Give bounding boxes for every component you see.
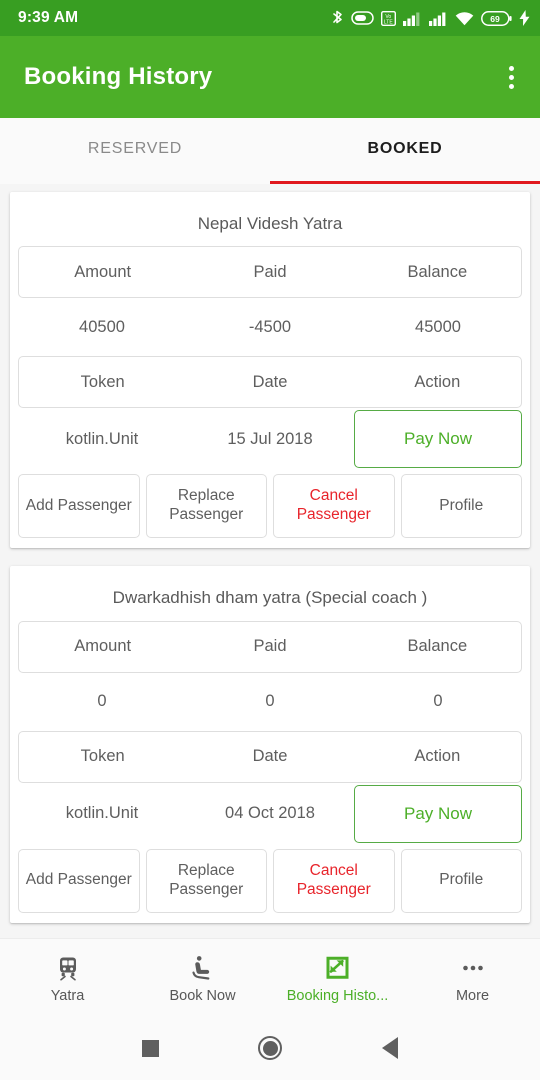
- pay-now-button[interactable]: Pay Now: [354, 784, 522, 843]
- header-date: Date: [252, 372, 288, 391]
- seat-icon: [189, 955, 217, 981]
- bottom-navigation: Yatra Book Now Booking Histo... More: [0, 938, 540, 1016]
- status-bar-clock: 9:39 AM: [18, 9, 79, 26]
- summary-value-row: 0 0 0: [18, 673, 522, 731]
- signal-bars-icon: [429, 11, 448, 26]
- value-token: kotlin.Unit: [65, 429, 139, 448]
- dnd-icon: [351, 11, 374, 25]
- svg-text:LTE: LTE: [384, 19, 393, 25]
- cancel-passenger-button[interactable]: Cancel Passenger: [273, 848, 395, 913]
- wifi-icon: [455, 11, 474, 26]
- header-paid: Paid: [253, 262, 287, 281]
- header-action: Action: [414, 372, 461, 391]
- profile-button[interactable]: Profile: [400, 848, 522, 913]
- cancel-passenger-button[interactable]: Cancel Passenger: [273, 474, 395, 539]
- volte-icon: Vo LTE: [381, 10, 396, 26]
- card-actions: Add Passenger Replace Passenger Cancel P…: [18, 474, 522, 539]
- back-icon: [382, 1037, 398, 1059]
- header-action: Action: [414, 747, 461, 766]
- booking-list[interactable]: Nepal Videsh Yatra Amount Paid Balance 4…: [0, 184, 540, 938]
- nav-item-more[interactable]: More: [405, 939, 540, 1016]
- value-paid: -4500: [248, 317, 292, 336]
- tab-booked[interactable]: BOOKED: [270, 118, 540, 184]
- home-icon: [258, 1036, 282, 1060]
- status-bar-icons: Vo LTE 69: [331, 10, 530, 27]
- booking-title: Dwarkadhish dham yatra (Special coach ): [112, 588, 428, 608]
- pay-now-button[interactable]: Pay Now: [354, 410, 522, 469]
- nav-label-booking-history: Booking Histo...: [286, 988, 389, 1004]
- recent-apps-button[interactable]: [90, 1039, 210, 1057]
- overflow-dot: [509, 74, 514, 80]
- svg-text:69: 69: [490, 14, 500, 24]
- bluetooth-icon: [331, 10, 344, 27]
- value-paid: 0: [265, 692, 275, 711]
- value-date: 04 Oct 2018: [225, 804, 315, 823]
- overflow-menu-icon[interactable]: [501, 60, 522, 95]
- overflow-dot: [509, 83, 514, 89]
- card-actions: Add Passenger Replace Passenger Cancel P…: [18, 848, 522, 913]
- summary-header-row: Amount Paid Balance: [18, 620, 522, 673]
- battery-icon: 69: [481, 10, 512, 26]
- app-bar: Booking History: [0, 36, 540, 118]
- pay-now-cell: Pay Now: [354, 410, 522, 469]
- value-balance: 45000: [415, 317, 461, 336]
- tab-reserved[interactable]: RESERVED: [0, 118, 270, 184]
- header-amount: Amount: [74, 637, 132, 656]
- header-balance: Balance: [407, 637, 468, 656]
- summary-header-row: Amount Paid Balance: [18, 246, 522, 299]
- booking-card: Nepal Videsh Yatra Amount Paid Balance 4…: [10, 192, 530, 549]
- detail-header-row: Token Date Action: [18, 730, 522, 783]
- booking-card: Dwarkadhish dham yatra (Special coach ) …: [10, 566, 530, 923]
- profile-button[interactable]: Profile: [400, 474, 522, 539]
- detail-value-row: kotlin.Unit 15 Jul 2018 Pay Now: [18, 408, 522, 470]
- header-balance: Balance: [407, 262, 468, 281]
- nav-item-yatra[interactable]: Yatra: [0, 939, 135, 1016]
- add-passenger-button[interactable]: Add Passenger: [18, 848, 140, 913]
- add-passenger-button[interactable]: Add Passenger: [18, 474, 140, 539]
- overflow-dot: [509, 65, 514, 71]
- more-dots-icon: [460, 955, 486, 981]
- summary-value-row: 40500 -4500 45000: [18, 298, 522, 356]
- header-paid: Paid: [253, 637, 287, 656]
- status-bar: 9:39 AM Vo LTE 69: [0, 0, 540, 36]
- value-amount: 40500: [79, 317, 125, 336]
- replace-passenger-button[interactable]: Replace Passenger: [145, 474, 267, 539]
- header-date: Date: [252, 747, 288, 766]
- pay-now-cell: Pay Now: [354, 784, 522, 843]
- replace-passenger-button[interactable]: Replace Passenger: [145, 848, 267, 913]
- detail-header-row: Token Date Action: [18, 356, 522, 409]
- page-title: Booking History: [24, 63, 213, 90]
- booking-history-icon: [324, 955, 351, 981]
- signal-bars-icon: [403, 11, 422, 26]
- back-button[interactable]: [330, 1037, 450, 1059]
- value-amount: 0: [97, 692, 107, 711]
- phone-screen: 9:39 AM Vo LTE 69 Booking History RESERV…: [0, 0, 540, 1080]
- value-token: kotlin.Unit: [65, 804, 139, 823]
- value-date: 15 Jul 2018: [227, 429, 313, 448]
- tab-bar: RESERVED BOOKED: [0, 118, 540, 184]
- charging-bolt-icon: [519, 10, 530, 26]
- system-navigation-bar: [0, 1016, 540, 1080]
- value-balance: 0: [433, 692, 443, 711]
- booking-title: Nepal Videsh Yatra: [197, 214, 343, 233]
- train-icon: [55, 955, 81, 981]
- header-token: Token: [80, 747, 125, 766]
- nav-item-book-now[interactable]: Book Now: [135, 939, 270, 1016]
- nav-label-book-now: Book Now: [169, 988, 236, 1004]
- nav-label-yatra: Yatra: [50, 988, 85, 1004]
- home-icon-inner: [262, 1040, 278, 1056]
- header-amount: Amount: [74, 262, 132, 281]
- header-token: Token: [80, 372, 125, 391]
- nav-item-booking-history[interactable]: Booking Histo...: [270, 939, 405, 1016]
- nav-label-more: More: [455, 988, 490, 1004]
- detail-value-row: kotlin.Unit 04 Oct 2018 Pay Now: [18, 783, 522, 845]
- recent-apps-icon: [141, 1039, 159, 1057]
- home-button[interactable]: [210, 1036, 330, 1060]
